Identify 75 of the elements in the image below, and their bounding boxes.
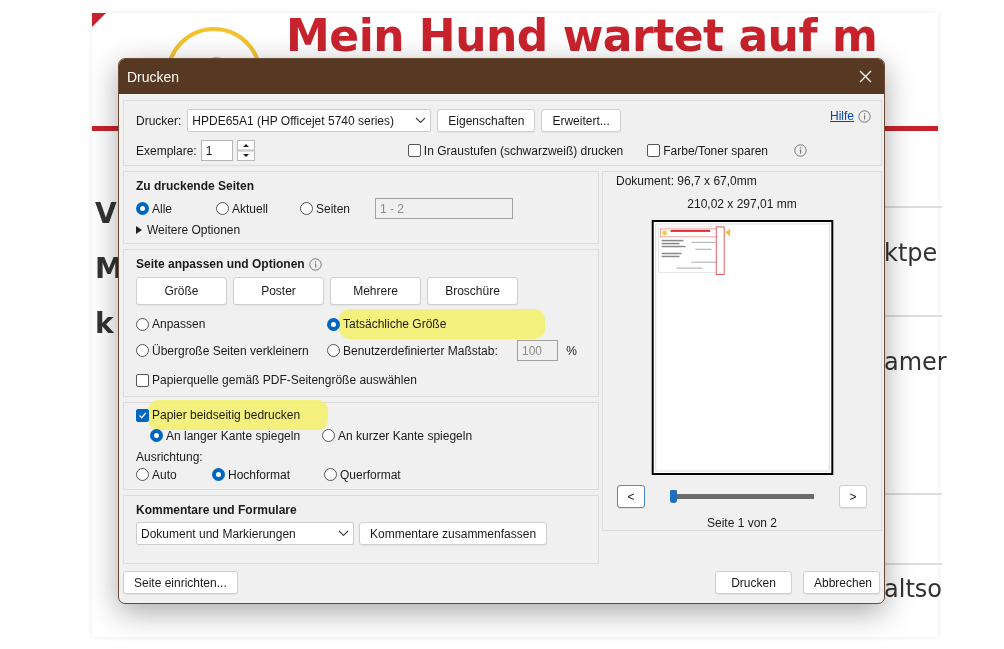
checkbox-option[interactable]: Farbe/Toner sparen — [647, 143, 768, 158]
unit-label: % — [566, 343, 577, 358]
radio-option[interactable]: An kurzer Kante spiegeln — [322, 428, 473, 443]
radio-icon[interactable] — [216, 202, 229, 215]
summarize-comments-button[interactable]: Kommentare zusammenfassen — [359, 522, 548, 545]
radio-option[interactable]: Auto — [136, 467, 212, 482]
page-text: altso — [884, 575, 942, 603]
mode-button[interactable]: Größe — [136, 277, 227, 305]
checkbox-option[interactable]: Papier beidseitig bedrucken — [136, 400, 329, 430]
radio-icon[interactable] — [212, 468, 225, 481]
radio-icon[interactable] — [300, 202, 313, 215]
next-page-button[interactable]: > — [839, 485, 867, 508]
help-link[interactable]: Hilfe — [830, 109, 854, 123]
expand-triangle-icon[interactable] — [136, 226, 142, 234]
chevron-down-icon — [338, 530, 349, 537]
radio-option[interactable]: An langer Kante spiegeln — [150, 428, 322, 443]
page-heading: Mein Hund wartet auf m — [286, 15, 878, 57]
page-text: k — [95, 307, 114, 340]
more-options-toggle[interactable]: Weitere Optionen — [136, 223, 241, 237]
document-size-label: Dokument: 96,7 x 67,0mm — [616, 174, 757, 188]
checkbox-option[interactable]: In Graustufen (schwarzweiß) drucken — [407, 143, 624, 158]
printer-dropdown[interactable]: HPDE65A1 (HP Officejet 5740 series) — [187, 109, 432, 132]
copies-field[interactable]: 1 — [200, 140, 233, 161]
radio-icon[interactable] — [136, 202, 149, 215]
info-icon[interactable] — [308, 257, 322, 271]
checkbox-icon[interactable] — [407, 144, 421, 157]
radio-icon[interactable] — [327, 344, 340, 357]
cancel-button[interactable]: Abbrechen — [803, 571, 880, 594]
radio-option[interactable]: Querformat — [324, 467, 401, 482]
radio-option[interactable]: Tatsächliche Größe — [327, 309, 545, 339]
section-title: Seite anpassen und Optionen — [136, 257, 305, 271]
field-label: Exemplare: — [136, 143, 197, 158]
radio-icon[interactable] — [322, 429, 335, 442]
close-icon[interactable] — [859, 70, 872, 83]
advanced-button[interactable]: Erweitert... — [541, 109, 621, 132]
checkbox-icon[interactable] — [136, 408, 149, 422]
radio-option[interactable]: Seiten — [300, 201, 375, 216]
radio-icon[interactable] — [327, 317, 340, 331]
radio-icon[interactable] — [324, 468, 337, 481]
properties-button[interactable]: Eigenschaften — [437, 109, 536, 132]
paper-size-label: 210,02 x 297,01 mm — [687, 197, 797, 211]
radio-option[interactable]: Alle — [136, 201, 216, 216]
radio-icon[interactable] — [136, 468, 149, 481]
page-setup-button[interactable]: Seite einrichten... — [123, 571, 238, 594]
slider-thumb[interactable] — [670, 490, 677, 503]
section-title: Kommentare und Formulare — [136, 503, 298, 517]
checkbox-icon[interactable] — [647, 144, 661, 157]
info-icon[interactable] — [794, 144, 807, 157]
print-button[interactable]: Drucken — [715, 571, 792, 594]
radio-option[interactable]: Hochformat — [212, 467, 324, 482]
checkbox-option[interactable]: Papierquelle gemäß PDF-Seitengröße auswählen — [136, 373, 417, 387]
radio-option[interactable]: Benutzerdefinierter Maßstab: — [327, 343, 517, 358]
spinner-icon[interactable] — [236, 140, 255, 161]
window-title: Drucken — [127, 68, 180, 85]
mode-button[interactable]: Broschüre — [427, 277, 518, 305]
radio-option[interactable]: Übergroße Seiten verkleinern — [136, 343, 327, 358]
radio-icon[interactable] — [136, 317, 149, 331]
radio-option[interactable]: Anpassen — [136, 317, 327, 331]
chevron-down-icon — [415, 117, 427, 124]
radio-option[interactable]: Aktuell — [216, 201, 300, 216]
page-text: V — [95, 197, 117, 230]
radio-icon[interactable] — [136, 344, 149, 357]
page-text: amer — [884, 348, 947, 376]
checkbox-icon[interactable] — [136, 373, 149, 387]
mode-button[interactable]: Mehrere — [330, 277, 421, 305]
field-label: Drucker: — [136, 113, 182, 128]
section-title: Zu druckende Seiten — [136, 179, 256, 193]
mode-button[interactable]: Poster — [233, 277, 324, 305]
page-counter: Seite 1 von 2 — [706, 516, 778, 530]
info-icon[interactable] — [858, 109, 871, 123]
field-label: Ausrichtung: — [136, 449, 203, 464]
radio-icon[interactable] — [150, 429, 163, 442]
previous-page-button[interactable]: < — [617, 485, 645, 508]
page-text: ktpe — [884, 239, 938, 267]
comments-dropdown[interactable]: Dokument und Markierungen — [136, 522, 354, 545]
